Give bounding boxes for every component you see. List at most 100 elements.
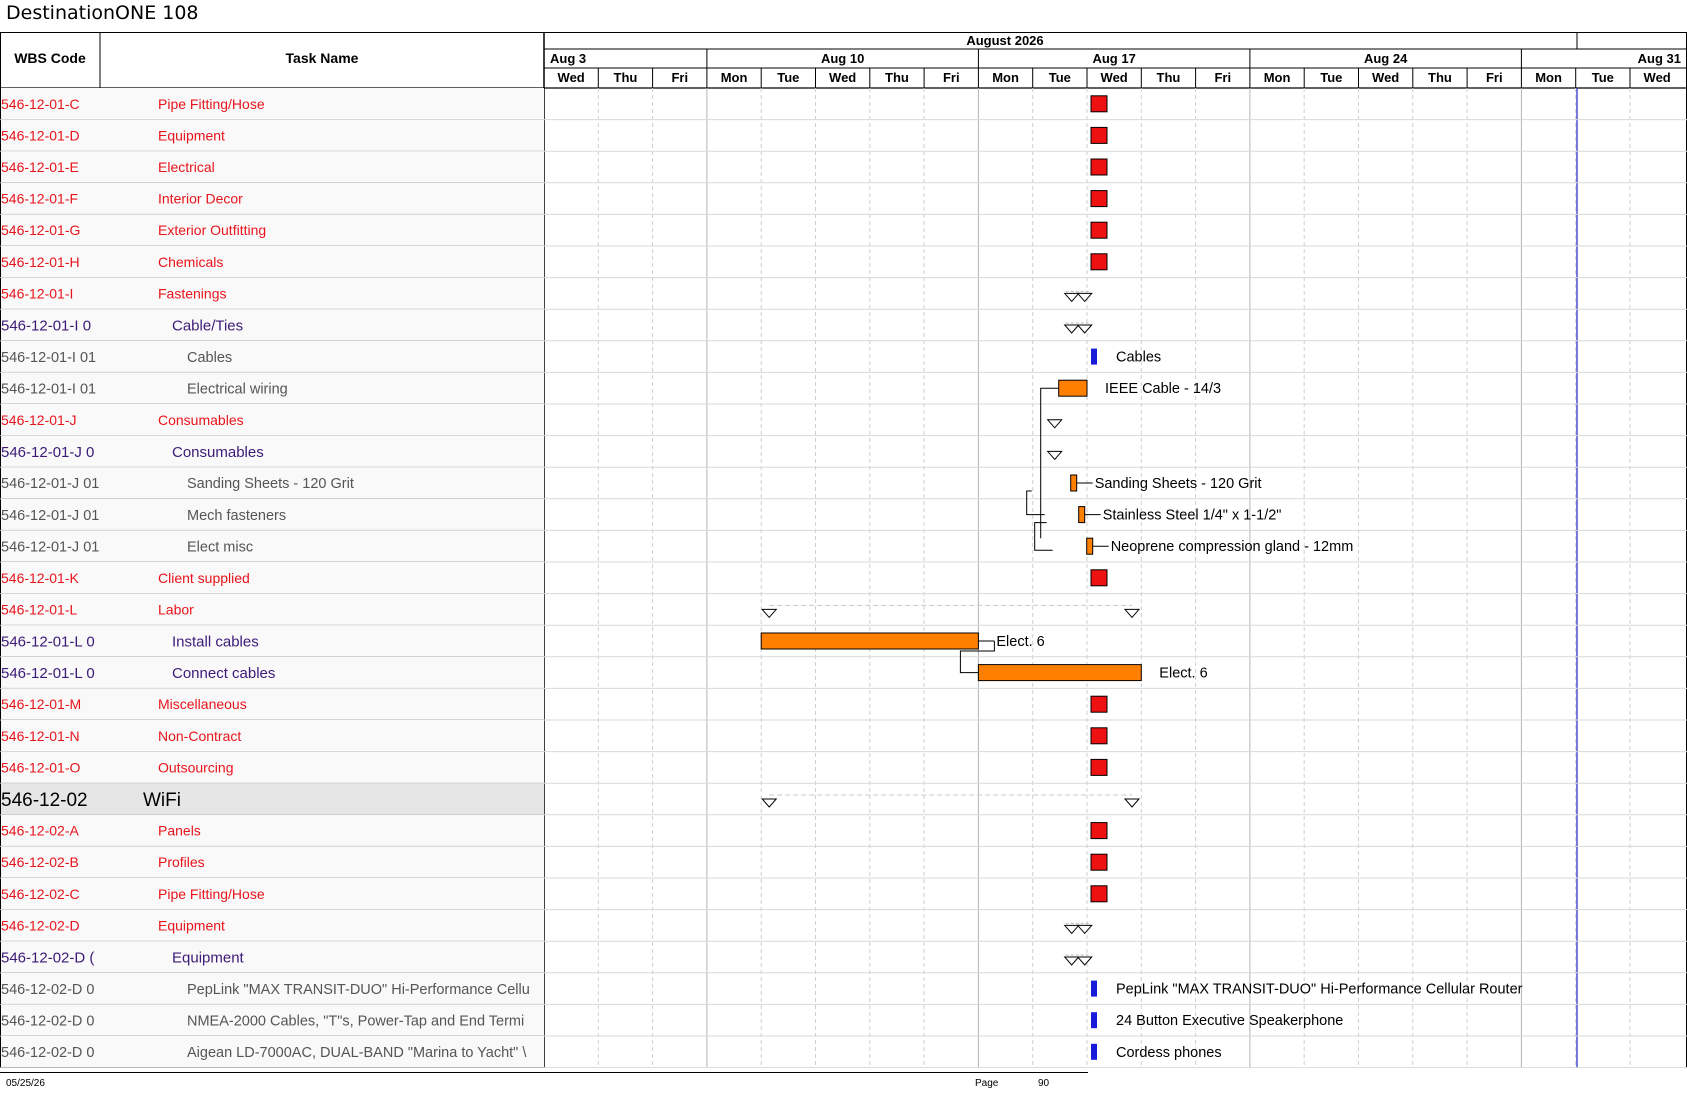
row-background — [1, 909, 544, 942]
task-name-cell: Elect misc — [187, 539, 253, 555]
task-name-cell: Pipe Fitting/Hose — [158, 886, 265, 902]
row-background — [1, 182, 544, 215]
wbs-code-cell: 546-12-02-A — [1, 823, 79, 839]
wbs-code-cell: 546-12-01-K — [1, 570, 79, 586]
day-label: Thu — [1157, 70, 1181, 85]
task-name-cell: WiFi — [143, 790, 181, 811]
milestone-marker — [1090, 158, 1108, 176]
task-name-cell: Equipment — [172, 949, 245, 966]
task-name-cell: Cables — [187, 350, 232, 366]
wbs-code-cell: 546-12-02-D 0 — [1, 982, 95, 998]
gantt-chart: WBS Code Task Name August 2026 Aug 3 Aug 10 A… — [0, 32, 1687, 1068]
dependency-link — [1034, 522, 1053, 551]
summary-start-marker — [1063, 324, 1080, 334]
resource-marker — [1091, 1012, 1097, 1029]
footer-divider — [0, 1072, 1088, 1073]
task-bar — [1086, 537, 1094, 555]
resource-marker — [1091, 980, 1097, 997]
mark-label: PepLink "MAX TRANSIT-DUO" Hi-Performance… — [1116, 982, 1523, 998]
task-bar — [1078, 506, 1086, 524]
task-name-cell: Equipment — [158, 917, 225, 933]
milestone-marker — [1090, 822, 1108, 840]
task-name-cell: Panels — [158, 823, 201, 839]
task-name-cell: Consumables — [158, 412, 244, 428]
mark-label: Sanding Sheets - 120 Grit — [1095, 476, 1262, 492]
day-label: Wed — [1372, 70, 1399, 85]
day-label: Thu — [1428, 70, 1452, 85]
day-label: Wed — [1644, 70, 1671, 85]
milestone-marker — [1090, 569, 1108, 587]
milestone-marker — [1090, 727, 1108, 745]
day-label: Thu — [614, 70, 638, 85]
wbs-code-cell: 546-12-02-D — [1, 917, 80, 933]
milestone-marker — [1090, 221, 1108, 239]
row-background — [1, 214, 544, 246]
day-label: Mon — [992, 70, 1019, 85]
day-label: Tue — [777, 70, 799, 85]
row-background — [1, 688, 544, 720]
wbs-code-cell: 546-12-01-I 01 — [1, 350, 96, 366]
wbs-code-cell: 546-12-01-H — [1, 254, 80, 270]
row-background — [1, 119, 544, 152]
summary-start-marker — [761, 608, 778, 619]
mark-label: Cables — [1116, 350, 1161, 366]
day-label: Wed — [829, 70, 856, 85]
milestone-marker — [1090, 126, 1108, 144]
task-bar — [1058, 379, 1088, 397]
task-name-cell: Install cables — [172, 633, 259, 650]
task-name-cell: Exterior Outfitting — [158, 222, 266, 238]
row-background — [1, 404, 544, 436]
gantt-grid: WBS Code Task Name August 2026 Aug 3 Aug 10 A… — [0, 32, 1687, 1068]
summary-start-marker — [1046, 450, 1063, 461]
wbs-code-cell: 546-12-01-F — [1, 191, 78, 207]
task-name-cell: Labor — [158, 601, 194, 617]
milestone-marker — [1090, 885, 1108, 903]
task-name-cell: Cable/Ties — [172, 317, 243, 334]
summary-end-marker — [1076, 292, 1093, 303]
day-label: Wed — [1101, 70, 1128, 85]
week-label: Aug 3 — [550, 51, 586, 66]
row-background — [1, 88, 544, 120]
task-name-cell: Chemicals — [158, 254, 223, 270]
wbs-code-cell: 546-12-02 — [1, 790, 88, 811]
week-label: Aug 17 — [1092, 51, 1135, 66]
row-background — [1, 246, 544, 278]
task-name-cell: Miscellaneous — [158, 696, 247, 712]
row-background — [1, 751, 544, 784]
task-name-cell: Profiles — [158, 854, 205, 870]
wbs-code-cell: 546-12-01-L — [1, 601, 77, 617]
wbs-code-cell: 546-12-01-O — [1, 759, 80, 775]
milestone-marker — [1090, 190, 1108, 208]
day-label: Mon — [1535, 70, 1562, 85]
resource-marker — [1091, 348, 1097, 365]
dependency-link — [1026, 490, 1045, 516]
week-label: Aug 10 — [821, 51, 864, 66]
task-name-cell: Outsourcing — [158, 759, 233, 775]
summary-end-marker — [1076, 924, 1093, 935]
week-label: Aug 24 — [1364, 51, 1408, 66]
day-label: Fri — [1486, 70, 1503, 85]
row-background — [1, 878, 544, 910]
wbs-code-cell: 546-12-01-I 01 — [1, 381, 96, 397]
task-name-cell: Electrical — [158, 159, 215, 175]
day-label: Thu — [885, 70, 909, 85]
row-background — [1, 846, 544, 878]
task-name-cell: Interior Decor — [158, 191, 243, 207]
milestone-marker — [1090, 695, 1108, 713]
milestone-marker — [1090, 95, 1108, 113]
task-name-cell: Equipment — [158, 127, 225, 143]
row-background — [1, 593, 544, 626]
task-name-cell: Non-Contract — [158, 728, 241, 744]
wbs-code-cell: 546-12-02-B — [1, 854, 79, 870]
mark-label: Elect. 6 — [1159, 666, 1207, 682]
task-name-cell: PepLink "MAX TRANSIT-DUO" Hi-Performance… — [187, 982, 530, 998]
wbs-code-cell: 546-12-02-D 0 — [1, 1013, 95, 1029]
summary-start-marker — [1063, 292, 1080, 303]
task-name-cell: Mech fasteners — [187, 508, 286, 524]
wbs-code-cell: 546-12-02-D ( — [1, 949, 94, 966]
mark-label: Cordess phones — [1116, 1045, 1222, 1061]
day-label: Tue — [1320, 70, 1342, 85]
task-name-header: Task Name — [286, 50, 359, 66]
row-background — [1, 720, 544, 752]
task-name-cell: NMEA-2000 Cables, "T"s, Power-Tap and En… — [187, 1013, 524, 1029]
